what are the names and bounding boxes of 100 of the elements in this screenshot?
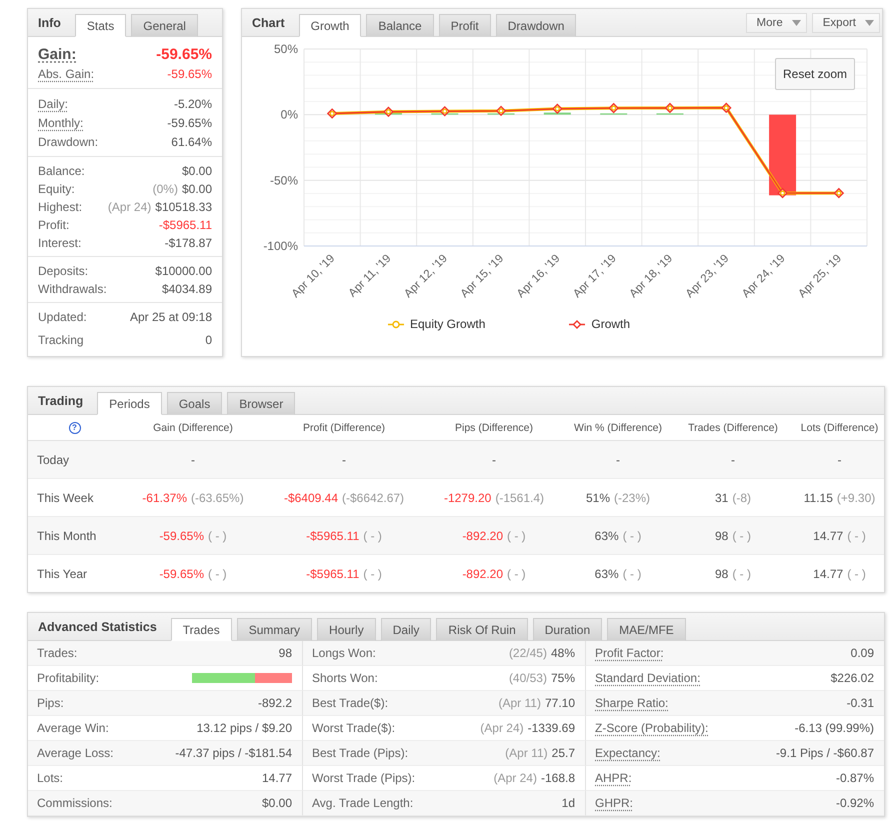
panel-title: Info bbox=[38, 16, 61, 30]
axis-label: Apr 25, '19 bbox=[796, 252, 844, 300]
cell-difference: ( - ) bbox=[622, 528, 642, 542]
stat-label: Avg. Trade Length: bbox=[312, 796, 414, 810]
cell-value: 98 bbox=[714, 528, 728, 542]
cell-value: 31 bbox=[714, 490, 728, 504]
cell-value: - bbox=[731, 452, 735, 466]
cell-value: 14.77 bbox=[813, 566, 844, 580]
stat-value: 14.77 bbox=[262, 771, 292, 785]
axis-label: Apr 17, '19 bbox=[571, 252, 619, 300]
stat-label: Gain: bbox=[38, 45, 76, 65]
stat-value: $10518.33 bbox=[155, 199, 212, 216]
cell-value: 98 bbox=[714, 566, 728, 580]
stat-label: Profitability: bbox=[37, 671, 100, 685]
cell-value: -$6409.44 bbox=[284, 490, 338, 504]
cell-value: -1279.20 bbox=[444, 490, 492, 504]
stat-label: Tracking bbox=[38, 332, 84, 349]
cell-difference: ( - ) bbox=[732, 566, 751, 580]
stat-note: (0%) bbox=[152, 181, 178, 198]
cell-difference: (+9.30) bbox=[836, 490, 876, 504]
stat-label: Best Trade (Pips): bbox=[312, 746, 408, 760]
stat-note: (40/53) bbox=[508, 671, 547, 685]
cell-value: -892.20 bbox=[462, 566, 504, 580]
cell-difference: (-$6642.67) bbox=[342, 490, 404, 504]
stat-note: (Apr 24) bbox=[108, 199, 152, 216]
stat-label: Commissions: bbox=[37, 796, 112, 810]
column-header: Lots (Difference) bbox=[800, 422, 880, 434]
stat-value: $226.02 bbox=[830, 671, 874, 685]
axis-label: Apr 23, '19 bbox=[684, 252, 732, 300]
stat-label: Trades: bbox=[37, 646, 78, 660]
cell-difference: ( - ) bbox=[208, 528, 227, 542]
stat-value: -59.65% bbox=[167, 115, 212, 132]
stat-label: Z-Score (Probability): bbox=[595, 721, 708, 735]
stat-value: Apr 25 at 09:18 bbox=[130, 309, 212, 326]
stat-label: Updated: bbox=[38, 309, 87, 326]
stat-label: Drawdown: bbox=[38, 134, 98, 151]
stat-value: 0.09 bbox=[850, 646, 874, 660]
cell-value: - bbox=[616, 452, 620, 466]
cell-difference: (-1561.4) bbox=[495, 490, 544, 504]
cell-value: -59.65% bbox=[159, 566, 204, 580]
stat-value: -892.2 bbox=[258, 696, 292, 710]
stat-label: AHPR: bbox=[595, 771, 632, 785]
stat-label: Equity: bbox=[38, 181, 75, 198]
cell-value: 63% bbox=[594, 528, 619, 542]
stat-label: Best Trade($): bbox=[312, 696, 388, 710]
cell-difference: ( - ) bbox=[507, 566, 526, 580]
cell-value: 14.77 bbox=[813, 528, 844, 542]
stat-label: Pips: bbox=[37, 696, 64, 710]
stat-value: 48% bbox=[550, 646, 575, 660]
stat-label: Average Loss: bbox=[37, 746, 114, 760]
column-header: Profit (Difference) bbox=[302, 422, 386, 434]
stat-value: -168.8 bbox=[540, 771, 575, 785]
stat-label: Sharpe Ratio: bbox=[595, 696, 668, 710]
stat-label: Profit Factor: bbox=[595, 646, 664, 660]
axis-label: 50% bbox=[274, 42, 298, 56]
stat-value: -47.37 pips / -$181.54 bbox=[175, 746, 292, 760]
axis-label: Apr 18, '19 bbox=[628, 252, 676, 300]
stat-label: Profit: bbox=[38, 217, 70, 234]
stat-label: Expectancy: bbox=[595, 746, 660, 760]
period-label: This Week bbox=[36, 490, 94, 504]
cell-difference: (-8) bbox=[732, 490, 752, 504]
column-header: Pips (Difference) bbox=[454, 422, 534, 434]
stat-note: (Apr 11) bbox=[498, 696, 541, 710]
stat-value: -0.92% bbox=[836, 796, 874, 810]
stat-label: Withdrawals: bbox=[38, 281, 107, 298]
cell-difference: ( - ) bbox=[732, 528, 751, 542]
stat-value: $0.00 bbox=[182, 163, 212, 180]
cell-value: - bbox=[838, 452, 842, 466]
stat-value: $0.00 bbox=[262, 796, 292, 810]
stat-value: $10000.00 bbox=[155, 263, 212, 280]
stat-label: Deposits: bbox=[38, 263, 88, 280]
stat-value: -9.1 Pips / -$60.87 bbox=[776, 746, 874, 760]
cell-value: -$5965.11 bbox=[306, 528, 360, 542]
stat-note: (Apr 24) bbox=[480, 721, 524, 735]
stat-label: Daily: bbox=[38, 96, 68, 113]
cell-difference: (-23%) bbox=[614, 490, 650, 504]
stat-label: Lots: bbox=[37, 771, 64, 785]
cell-value: 63% bbox=[594, 566, 619, 580]
stat-value: 13.12 pips / $9.20 bbox=[196, 721, 292, 735]
stat-label: Worst Trade($): bbox=[312, 721, 396, 735]
stat-note: (22/45) bbox=[508, 646, 547, 660]
stat-label: Highest: bbox=[38, 199, 82, 216]
cell-difference: ( - ) bbox=[507, 528, 526, 542]
cell-value: - bbox=[191, 452, 195, 466]
axis-label: 0% bbox=[280, 108, 298, 122]
stat-label: Worst Trade (Pips): bbox=[312, 771, 416, 785]
cell-value: -$5965.11 bbox=[306, 566, 360, 580]
stat-value: -0.31 bbox=[846, 696, 874, 710]
column-header: Win % (Difference) bbox=[573, 422, 663, 434]
period-label: This Year bbox=[36, 566, 88, 580]
axis-label: -50% bbox=[270, 173, 298, 188]
stat-label: Interest: bbox=[38, 235, 82, 252]
stat-label: Shorts Won: bbox=[312, 671, 378, 685]
stat-label: Balance: bbox=[38, 163, 85, 180]
stat-value: -0.87% bbox=[836, 771, 874, 785]
cell-difference: ( - ) bbox=[847, 566, 866, 580]
cell-difference: ( - ) bbox=[363, 566, 382, 580]
cell-value: - bbox=[342, 452, 346, 466]
axis-label: Apr 12, '19 bbox=[402, 252, 450, 300]
stat-value: 25.7 bbox=[552, 746, 575, 760]
